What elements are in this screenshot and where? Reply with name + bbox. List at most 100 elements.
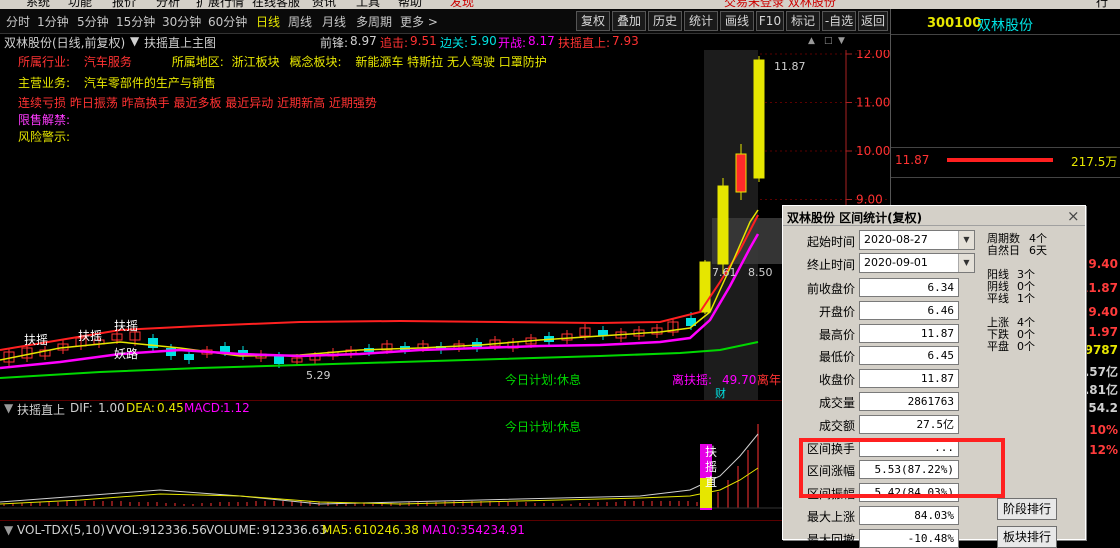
stat-value: 11.87	[859, 323, 959, 343]
menu-right[interactable]: 行	[1096, 0, 1108, 9]
panel-value: 1.97	[1088, 325, 1118, 339]
period-15min[interactable]: 15分钟	[116, 13, 155, 30]
statistics-button[interactable]: 统计	[684, 11, 718, 31]
f10-button[interactable]: F10	[756, 11, 784, 31]
stat-value: 6.45	[859, 346, 959, 366]
vol-value: 912336.63	[262, 523, 327, 537]
menu-help[interactable]: 帮助	[398, 0, 422, 9]
stat-label: 最高价	[818, 327, 855, 342]
formula-chevron-icon[interactable]: ▼	[130, 34, 139, 48]
menu-promo[interactable]: 发现	[450, 0, 474, 9]
stat-value: 2861763	[859, 392, 959, 411]
period-monthly[interactable]: 月线	[322, 13, 346, 30]
close-icon[interactable]: ×	[1067, 207, 1080, 225]
end-date-picker[interactable]: 2020-09-01 ▼	[859, 253, 975, 273]
chevron-down-icon[interactable]: ▼	[958, 254, 974, 272]
interval-stats-dialog[interactable]: 双林股份 区间统计(复权) × 起始时间 2020-08-27 ▼ 终止时间 2…	[782, 205, 1086, 548]
period-daily[interactable]: 日线	[256, 13, 280, 30]
stat-value: 6.46	[859, 300, 959, 320]
stat-label: 最大上涨	[806, 510, 855, 524]
period-tick[interactable]: 分时	[6, 13, 30, 30]
period-5min[interactable]: 5分钟	[77, 13, 109, 30]
chase-label: 追击:	[380, 36, 409, 50]
pin-icon[interactable]: ▲	[808, 36, 815, 46]
stat-label: 收盘价	[818, 373, 855, 388]
stat-label: 开盘价	[818, 304, 855, 319]
signal-label: 扶摇	[24, 332, 48, 347]
rally-candle	[735, 153, 747, 193]
vertical-char-3: 直	[705, 475, 717, 489]
ma5-label: MA5:	[322, 523, 353, 537]
dea-value: 0.45	[157, 401, 184, 415]
period-30min[interactable]: 30分钟	[162, 13, 201, 30]
macd-label: MACD:	[184, 401, 225, 415]
history-button[interactable]: 历史	[648, 11, 682, 31]
stat-label: 成交量	[818, 396, 855, 410]
dialog-titlebar[interactable]: 双林股份 区间统计(复权) ×	[783, 206, 1085, 226]
menu-system[interactable]: 系统	[26, 0, 50, 9]
kline-chart[interactable]: 12.0011.0010.009.00 11.875.297.61 8.50扶摇扶…	[0, 50, 890, 400]
panel-amount: 217.5万	[1071, 155, 1118, 169]
high-price-label: 11.87	[774, 60, 806, 73]
back-button[interactable]: 返回	[858, 11, 888, 31]
adjust-button[interactable]: 复权	[576, 11, 610, 31]
chevron-down-icon[interactable]: ▼	[958, 231, 974, 249]
formula-name[interactable]: 扶摇直上主图	[144, 34, 216, 51]
draw-line-button[interactable]: 画线	[720, 11, 754, 31]
leave-suffix: 离年	[757, 372, 781, 387]
dea-line	[0, 467, 759, 505]
menu-quote[interactable]: 报价	[112, 0, 136, 9]
fin-mark: 财	[715, 386, 726, 400]
dif-label: DIF:	[70, 401, 93, 415]
period-more[interactable]: 更多 >	[400, 13, 438, 30]
chart-header: 双林股份(日线,前复权) ▼ 扶摇直上主图 前锋: 8.97 追击: 9.51 …	[0, 34, 890, 50]
stock-title: 双林股份(日线,前复权)	[4, 36, 126, 50]
dif-value: 1.00	[98, 401, 125, 415]
menu-function[interactable]: 功能	[68, 0, 92, 9]
macd-value: 1.12	[223, 401, 250, 415]
period-1min[interactable]: 1分钟	[37, 13, 69, 30]
plan-text: 今日计划:休息	[505, 372, 581, 387]
period-60min[interactable]: 60分钟	[208, 13, 247, 30]
stat-value: 27.5亿	[859, 414, 959, 434]
menu-tools[interactable]: 工具	[356, 0, 380, 9]
candle-down	[148, 338, 158, 348]
signal-label: 扶摇	[78, 328, 102, 343]
rally-candle	[753, 59, 765, 179]
rise-value: 7.93	[612, 34, 639, 48]
period-multi[interactable]: 多周期	[356, 13, 392, 30]
dif-line	[0, 433, 759, 505]
period-weekly[interactable]: 周线	[288, 13, 312, 30]
leave-value: 49.70	[722, 373, 756, 387]
vvol-value: 912336.56	[142, 523, 207, 537]
vvol-label: VVOL:	[106, 523, 143, 537]
price-tick-label: 12.00	[856, 50, 890, 61]
start-time-label: 起始时间	[806, 235, 855, 249]
watchlist-button[interactable]: -自选	[822, 11, 856, 31]
price-tick-label: 10.00	[856, 144, 890, 158]
panel-value: 9.40	[1088, 305, 1118, 319]
stage-rank-button[interactable]: 阶段排行	[997, 498, 1057, 520]
mark-button[interactable]: 标记	[786, 11, 820, 31]
stat-label: 前收盘价	[806, 282, 855, 296]
macd-chart[interactable]: 今日计划:休息 扶 摇 直	[0, 416, 890, 520]
stat-label: 成交额	[818, 418, 855, 433]
vol-chevron-icon[interactable]: ▼	[4, 523, 13, 537]
panel-value: 10%	[1089, 423, 1118, 437]
start-date-picker[interactable]: 2020-08-27 ▼	[859, 230, 975, 250]
menu-service[interactable]: 在线客服	[252, 0, 300, 9]
sector-rank-button[interactable]: 板块排行	[997, 526, 1057, 548]
flat-label: 平线	[987, 292, 1009, 305]
overlay-button[interactable]: 叠加	[612, 11, 646, 31]
menu-bar: 系统 功能 报价 分析 扩展行情 在线客服 资讯 工具 帮助 发现 交易未登录 …	[0, 0, 1120, 9]
menu-ext[interactable]: 扩展行情	[196, 0, 244, 9]
menu-analysis[interactable]: 分析	[156, 0, 180, 9]
leave-label: 离扶摇:	[672, 372, 712, 387]
low-price-label: 5.29	[306, 369, 331, 382]
restore-icon[interactable]: □	[824, 36, 833, 46]
menu-news[interactable]: 资讯	[312, 0, 336, 9]
natural-days-value: 6天	[1029, 244, 1047, 257]
end-date-value: 2020-09-01	[864, 256, 928, 269]
macd-chevron-icon[interactable]: ▼	[4, 401, 13, 415]
down-icon[interactable]: ▼	[838, 36, 845, 46]
